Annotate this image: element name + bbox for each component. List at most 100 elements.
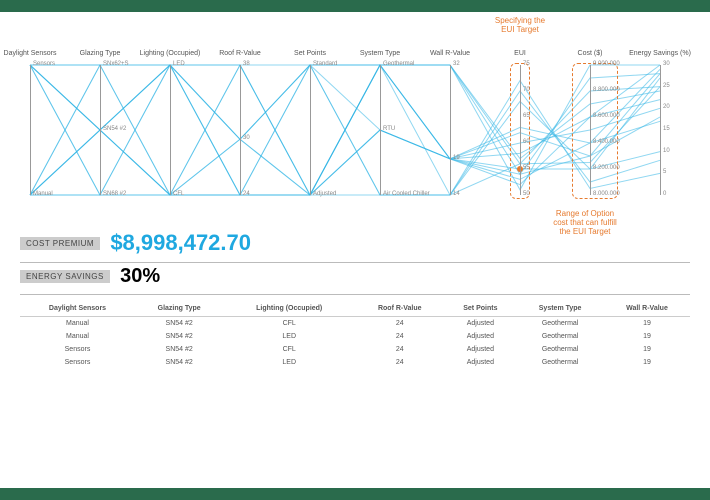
table-row: SensorsSN54 #2CFL24AdjustedGeothermal19 [20, 343, 690, 356]
axis-tick: Standard [313, 61, 337, 67]
table-header-row: Daylight SensorsGlazing TypeLighting (Oc… [20, 301, 690, 317]
table-row: ManualSN54 #2CFL24AdjustedGeothermal19 [20, 317, 690, 331]
axis-title: System Type [345, 50, 415, 57]
axis-tick: 30 [663, 61, 670, 67]
cost-premium-badge: COST PREMIUM [20, 237, 100, 250]
axis-tick: Sensors [33, 61, 55, 67]
table-cell: SN54 #2 [135, 330, 223, 343]
axis-tick: Adjusted [313, 191, 336, 197]
axis-tick: 32 [453, 61, 460, 67]
energy-savings-value: 30% [120, 265, 160, 288]
screenshot-frame: Specifying theEUI Target Range of Option… [0, 0, 710, 500]
table-cell: 19 [604, 356, 690, 369]
axis-tick: 30 [243, 135, 250, 141]
energy-savings-badge: ENERGY SAVINGS [20, 270, 110, 283]
table-body: ManualSN54 #2CFL24AdjustedGeothermal19Ma… [20, 317, 690, 370]
table-cell: 24 [355, 343, 444, 356]
axis-tick: 70 [523, 87, 530, 93]
table-cell: Adjusted [444, 343, 516, 356]
axis-tick: SN54 #2 [103, 126, 126, 132]
table-row: ManualSN54 #2LED24AdjustedGeothermal19 [20, 330, 690, 343]
axis-tick: 15 [663, 126, 670, 132]
axis-title: Roof R-Value [205, 50, 275, 57]
table-cell: Sensors [20, 343, 135, 356]
axis-tick: 8.200.000 [593, 165, 620, 171]
content: Specifying theEUI Target Range of Option… [20, 45, 690, 369]
axis-tick: 8.000.000 [593, 191, 620, 197]
table-header: Roof R-Value [355, 301, 444, 317]
table-cell: 19 [604, 317, 690, 331]
axis-tick: 19 [453, 155, 460, 161]
table-cell: 19 [604, 343, 690, 356]
axis-tick: 20 [663, 104, 670, 110]
divider [20, 294, 690, 295]
table-cell: SN54 #2 [135, 317, 223, 331]
axis-tick: 50 [523, 191, 530, 197]
axis-tick: 8.600.000 [593, 113, 620, 119]
table-header: System Type [516, 301, 604, 317]
table-cell: 24 [355, 330, 444, 343]
table-cell: Geothermal [516, 343, 604, 356]
table-header: Lighting (Occupied) [223, 301, 355, 317]
axis-tick: LED [173, 61, 185, 67]
table-cell: Adjusted [444, 317, 516, 331]
axis-title: Glazing Type [65, 50, 135, 57]
table-cell: 19 [604, 330, 690, 343]
axis-tick: Manual [33, 191, 53, 197]
table-cell: Geothermal [516, 330, 604, 343]
axis-title: Cost ($) [555, 50, 625, 57]
annotation-eui-target: Specifying theEUI Target [475, 17, 565, 35]
table-header: Glazing Type [135, 301, 223, 317]
axis-tick: 60 [523, 139, 530, 145]
axis-tick: 0 [663, 191, 666, 197]
letterbox-bottom [0, 488, 710, 500]
axis-tick: 9.000.000 [593, 61, 620, 67]
axis-title: Lighting (Occupied) [135, 50, 205, 57]
table-cell: Manual [20, 330, 135, 343]
table-cell: LED [223, 356, 355, 369]
table-cell: CFL [223, 317, 355, 331]
axis-tick: 65 [523, 113, 530, 119]
axis-title: Daylight Sensors [0, 50, 65, 57]
table-header: Set Points [444, 301, 516, 317]
axis-tick: 75 [523, 61, 530, 67]
table-header: Wall R-Value [604, 301, 690, 317]
cost-range-highlight [572, 63, 618, 199]
axis-tick: 8.400.000 [593, 139, 620, 145]
table-cell: Geothermal [516, 317, 604, 331]
table-cell: LED [223, 330, 355, 343]
axis-tick: 5 [663, 169, 666, 175]
axis-tick: SNx62+S [103, 61, 129, 67]
axis-tick: Geothermal [383, 61, 414, 67]
axis-tick: CFL [173, 191, 184, 197]
table-cell: Sensors [20, 356, 135, 369]
table-cell: Geothermal [516, 356, 604, 369]
parallel-coordinates-chart: Specifying theEUI Target Range of Option… [20, 45, 690, 220]
axis-title: Set Points [275, 50, 345, 57]
axis-tick: 55 [523, 165, 530, 171]
table-cell: 24 [355, 317, 444, 331]
table-cell: 24 [355, 356, 444, 369]
axis-tick: 25 [663, 83, 670, 89]
axis-tick: 38 [243, 61, 250, 67]
axis-tick: RTU [383, 126, 395, 132]
axis-title: Wall R-Value [415, 50, 485, 57]
table-cell: SN54 #2 [135, 356, 223, 369]
axis-tick: 24 [243, 191, 250, 197]
axis-tick: Air Cooled Chiller [383, 191, 430, 197]
table-header: Daylight Sensors [20, 301, 135, 317]
axis-title: EUI [485, 50, 555, 57]
axis-tick: 14 [453, 191, 460, 197]
table-cell: CFL [223, 343, 355, 356]
table-cell: SN54 #2 [135, 343, 223, 356]
divider [20, 262, 690, 263]
axis-tick: 8.800.000 [593, 87, 620, 93]
table-cell: Adjusted [444, 356, 516, 369]
table-cell: Adjusted [444, 330, 516, 343]
axis-tick: SN68 #2 [103, 191, 126, 197]
axis-tick: 10 [663, 148, 670, 154]
cost-premium-value: $8,998,472.70 [110, 230, 251, 256]
letterbox-top [0, 0, 710, 12]
table-cell: Manual [20, 317, 135, 331]
options-table: Daylight SensorsGlazing TypeLighting (Oc… [20, 301, 690, 369]
